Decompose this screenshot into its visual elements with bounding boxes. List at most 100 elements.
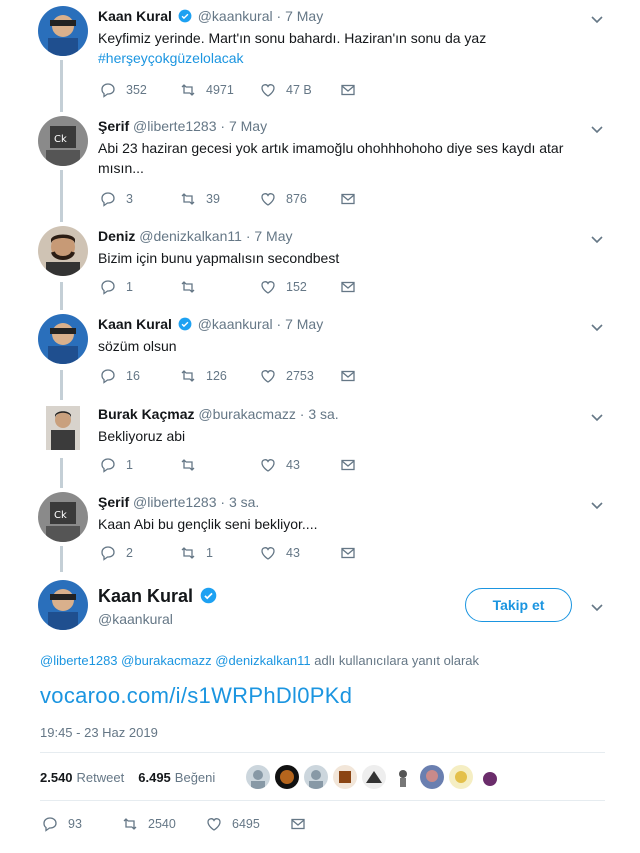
dm-button[interactable]: [340, 457, 420, 473]
retweet-button[interactable]: [180, 279, 260, 295]
retweet-button[interactable]: 1: [180, 545, 260, 561]
liker-avatar[interactable]: [449, 765, 473, 789]
chevron-down-icon[interactable]: [590, 122, 604, 136]
tweet[interactable]: Kaan Kural @kaankural · 7 May Keyfimiz y…: [0, 2, 640, 102]
reply-button[interactable]: 1: [100, 279, 180, 295]
retweet-total[interactable]: 2.540: [40, 770, 73, 785]
retweet-button[interactable]: [180, 457, 260, 473]
handle[interactable]: @kaankural: [198, 8, 273, 24]
avatar[interactable]: [38, 6, 88, 56]
dm-button[interactable]: [290, 816, 370, 832]
liker-avatar[interactable]: [304, 765, 328, 789]
handle[interactable]: @liberte1283: [133, 118, 217, 134]
reply-button[interactable]: 93: [42, 816, 122, 832]
hashtag-link[interactable]: #herşeyçokgüzelolacak: [98, 48, 578, 68]
liker-avatar[interactable]: [391, 765, 415, 789]
retweet-button[interactable]: 4971: [180, 82, 260, 98]
like-button[interactable]: 6495: [206, 816, 290, 832]
verified-badge-icon: [200, 587, 217, 604]
like-button[interactable]: 152: [260, 279, 340, 295]
handle[interactable]: @kaankural: [198, 316, 273, 332]
main-timestamp[interactable]: 19:45 - 23 Haz 2019: [40, 725, 158, 740]
liker-avatars: [246, 765, 507, 789]
timestamp[interactable]: 7 May: [254, 228, 292, 244]
retweet-button[interactable]: 2540: [122, 816, 206, 832]
display-name[interactable]: Şerif: [98, 494, 129, 510]
dm-button[interactable]: [340, 82, 420, 98]
avatar[interactable]: Ck: [38, 116, 88, 166]
reply-button[interactable]: 352: [100, 82, 180, 98]
like-button[interactable]: 2753: [260, 368, 340, 384]
mention-link[interactable]: @burakacmazz: [121, 653, 212, 668]
mention-link[interactable]: @denizkalkan11: [215, 653, 310, 668]
retweet-stat-label[interactable]: Retweet: [77, 770, 125, 785]
like-total[interactable]: 6.495: [138, 770, 171, 785]
chevron-down-icon[interactable]: [590, 320, 604, 334]
reply-button[interactable]: 2: [100, 545, 180, 561]
liker-avatar[interactable]: [275, 765, 299, 789]
like-stat-label[interactable]: Beğeni: [175, 770, 215, 785]
envelope-icon: [341, 459, 355, 471]
liker-avatar[interactable]: [362, 765, 386, 789]
reply-count: 1: [126, 458, 133, 472]
timestamp[interactable]: 3 sa.: [308, 406, 338, 422]
liker-avatar[interactable]: [246, 765, 270, 789]
envelope-icon: [341, 547, 355, 559]
like-button[interactable]: 43: [260, 545, 340, 561]
dm-button[interactable]: [340, 368, 420, 384]
display-name[interactable]: Şerif: [98, 118, 129, 134]
like-button[interactable]: 47 B: [260, 82, 340, 98]
liker-avatar[interactable]: [478, 765, 502, 789]
tweet[interactable]: Kaan Kural @kaankural · 7 May sözüm olsu…: [0, 310, 640, 390]
avatar[interactable]: [38, 314, 88, 364]
handle[interactable]: @liberte1283: [133, 494, 217, 510]
chevron-down-icon[interactable]: [590, 498, 604, 512]
like-button[interactable]: 876: [260, 191, 340, 207]
tweet[interactable]: Deniz @denizkalkan11 · 7 May Bizim için …: [0, 222, 640, 302]
timestamp[interactable]: 7 May: [285, 8, 323, 24]
mention-link[interactable]: @liberte1283: [40, 653, 118, 668]
timestamp[interactable]: 7 May: [285, 316, 323, 332]
tweet[interactable]: Ck Şerif @liberte1283 · 7 May Abi 23 haz…: [0, 112, 640, 212]
main-name-text[interactable]: Kaan Kural: [98, 586, 193, 606]
display-name[interactable]: Kaan Kural: [98, 316, 172, 332]
retweet-button[interactable]: 126: [180, 368, 260, 384]
reply-button[interactable]: 3: [100, 191, 180, 207]
chevron-down-icon[interactable]: [590, 12, 604, 26]
dm-button[interactable]: [340, 279, 420, 295]
liker-avatar[interactable]: [333, 765, 357, 789]
tweet[interactable]: Ck Şerif @liberte1283 · 3 sa. Kaan Abi b…: [0, 488, 640, 568]
display-name[interactable]: Deniz: [98, 228, 135, 244]
reply-button[interactable]: 1: [100, 457, 180, 473]
timestamp[interactable]: 7 May: [229, 118, 267, 134]
avatar[interactable]: Ck: [38, 492, 88, 542]
dm-button[interactable]: [340, 191, 420, 207]
avatar[interactable]: [38, 226, 88, 276]
main-tweet-link[interactable]: vocaroo.com/i/s1WRPhDl0PKd: [40, 683, 352, 709]
liker-avatar[interactable]: [420, 765, 444, 789]
retweet-icon: [181, 370, 195, 382]
like-button[interactable]: 43: [260, 457, 340, 473]
chevron-down-icon[interactable]: [590, 232, 604, 246]
handle[interactable]: @burakacmazz: [198, 406, 295, 422]
avatar[interactable]: [46, 406, 80, 450]
reply-button[interactable]: 16: [100, 368, 180, 384]
main-handle[interactable]: @kaankural: [98, 611, 173, 627]
dm-button[interactable]: [340, 545, 420, 561]
reply-count: 16: [126, 369, 140, 383]
chevron-down-icon[interactable]: [590, 600, 604, 614]
retweet-count: 126: [206, 369, 227, 383]
retweet-button[interactable]: 39: [180, 191, 260, 207]
display-name[interactable]: Burak Kaçmaz: [98, 406, 195, 422]
tweet[interactable]: Burak Kaçmaz @burakacmazz · 3 sa. Bekliy…: [0, 400, 640, 480]
reply-count: 352: [126, 83, 147, 97]
follow-button[interactable]: Takip et: [465, 588, 572, 622]
main-display-name[interactable]: Kaan Kural: [98, 586, 219, 607]
handle[interactable]: @denizkalkan11: [139, 228, 242, 244]
reply-icon: [101, 280, 115, 295]
display-name[interactable]: Kaan Kural: [98, 8, 172, 24]
timestamp[interactable]: 3 sa.: [229, 494, 259, 510]
chevron-down-icon[interactable]: [590, 410, 604, 424]
main-avatar[interactable]: [38, 580, 88, 630]
retweet-count: 1: [206, 546, 213, 560]
